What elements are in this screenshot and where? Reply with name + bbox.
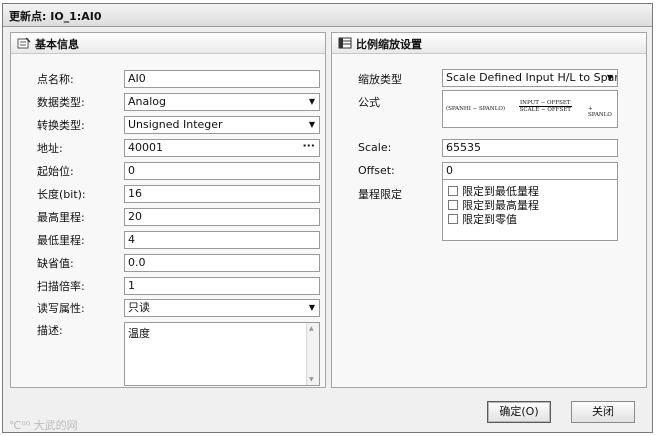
scan-rate-label: 扫描倍率: [37, 280, 85, 293]
data-type-label: 数据类型: [37, 96, 85, 109]
start-bit-label: 起始位: [37, 165, 74, 178]
scroll-down-icon[interactable]: ▼ [309, 376, 314, 383]
ok-button[interactable]: 确定(O) [487, 401, 551, 423]
data-type-select[interactable]: Analog ▼ [124, 93, 320, 111]
offset-label: Offset: [358, 164, 395, 177]
default-value-label: 缺省值: [37, 257, 74, 270]
basic-info-title: 基本信息 [35, 38, 79, 51]
length-value: 16 [128, 187, 142, 200]
notepad-icon [17, 37, 31, 49]
checkbox-icon [448, 214, 458, 224]
close-button[interactable]: 关闭 [571, 401, 635, 423]
scaling-type-value: Scale Defined Input H/L to Span [446, 71, 618, 84]
dropdown-arrow-icon: ▼ [308, 120, 315, 129]
address-input[interactable]: 40001 ··· [124, 139, 320, 157]
watermark-text: 大武的网 [33, 419, 78, 432]
scan-rate-input[interactable]: 1 [124, 277, 320, 295]
dropdown-arrow-icon: ▼ [308, 303, 315, 312]
description-textarea[interactable]: 温度 ▲ ▼ [124, 322, 320, 386]
formula-denominator: SCALE − OFFSET [519, 107, 571, 113]
checkbox-icon [448, 186, 458, 196]
table-icon [338, 37, 352, 49]
convert-type-value: Unsigned Integer [128, 118, 223, 131]
basic-info-header: 基本信息 [11, 33, 325, 54]
formula-span-lo: + SPANLO [588, 106, 612, 118]
rw-attr-select[interactable]: 只读 ▼ [124, 299, 320, 317]
dropdown-arrow-icon: ▼ [308, 97, 315, 106]
min-range-input[interactable]: 4 [124, 231, 320, 249]
default-value-value: 0.0 [128, 256, 146, 269]
length-input[interactable]: 16 [124, 185, 320, 203]
range-limit-label: 量程限定 [358, 188, 402, 201]
max-range-value: 20 [128, 210, 142, 223]
max-range-input[interactable]: 20 [124, 208, 320, 226]
offset-value: 0 [446, 164, 453, 177]
formula-display: (SPANHI − SPANLO) INPUT − OFFSET SCALE −… [442, 90, 618, 128]
dropdown-arrow-icon: ▼ [606, 73, 613, 82]
point-name-input[interactable]: AI0 [124, 70, 320, 88]
update-point-dialog: 更新点: IO_1:AI0 基本信息 点名称: AI0 数据类型: Analog… [2, 3, 653, 433]
limit-to-min-checkbox[interactable]: 限定到最低量程 [448, 183, 539, 198]
scaling-settings-header: 比例缩放设置 [332, 33, 646, 54]
start-bit-value: 0 [128, 164, 135, 177]
min-range-label: 最低里程: [37, 234, 85, 247]
default-value-input[interactable]: 0.0 [124, 254, 320, 272]
limit-to-max-checkbox[interactable]: 限定到最高量程 [448, 197, 539, 212]
point-name-value: AI0 [128, 72, 146, 85]
scaling-type-select[interactable]: Scale Defined Input H/L to Span ▼ [442, 69, 618, 87]
limit-to-zero-checkbox[interactable]: 限定到零值 [448, 211, 517, 226]
formula-numerator: INPUT − OFFSET [519, 100, 572, 107]
start-bit-input[interactable]: 0 [124, 162, 320, 180]
basic-info-panel: 基本信息 点名称: AI0 数据类型: Analog ▼ 转换类型: Unsign… [10, 32, 326, 388]
data-type-value: Analog [128, 95, 167, 108]
scale-value: 65535 [446, 141, 481, 154]
window-title: 更新点: IO_1:AI0 [9, 10, 102, 23]
description-scrollbar[interactable]: ▲ ▼ [306, 323, 319, 385]
scan-rate-value: 1 [128, 279, 135, 292]
description-value: 温度 [128, 327, 150, 340]
range-limit-list: 限定到最低量程 限定到最高量程 限定到零值 [442, 179, 618, 241]
min-range-value: 4 [128, 233, 135, 246]
formula-span-diff: (SPANHI − SPANLO) [446, 106, 506, 112]
scroll-up-icon[interactable]: ▲ [309, 325, 314, 332]
rw-attr-label: 读写属性: [37, 302, 85, 315]
scale-input[interactable]: 65535 [442, 139, 618, 157]
point-name-label: 点名称: [37, 73, 74, 86]
address-value: 40001 [128, 141, 163, 154]
length-label: 长度(bit): [37, 188, 86, 201]
max-range-label: 最高里程: [37, 211, 85, 224]
title-bar: 更新点: IO_1:AI0 [3, 4, 652, 27]
rw-attr-value: 只读 [128, 301, 150, 314]
scaling-settings-title: 比例缩放设置 [356, 38, 422, 51]
scale-label: Scale: [358, 141, 392, 154]
scaling-settings-panel: 比例缩放设置 缩放类型 Scale Defined Input H/L to S… [331, 32, 647, 388]
convert-type-label: 转换类型: [37, 119, 85, 132]
scaling-type-label: 缩放类型 [358, 73, 402, 86]
address-label: 地址: [37, 142, 63, 155]
offset-input[interactable]: 0 [442, 162, 618, 180]
checkbox-icon [448, 200, 458, 210]
formula-label: 公式 [358, 96, 380, 109]
description-label: 描述: [37, 324, 63, 337]
limit-to-zero-label: 限定到零值 [462, 213, 517, 226]
convert-type-select[interactable]: Unsigned Integer ▼ [124, 116, 320, 134]
formula-fraction: INPUT − OFFSET SCALE − OFFSET [519, 100, 572, 113]
watermark: ℃⁰⁰ 大武的网 [9, 419, 78, 432]
browse-button[interactable]: ··· [302, 140, 315, 154]
